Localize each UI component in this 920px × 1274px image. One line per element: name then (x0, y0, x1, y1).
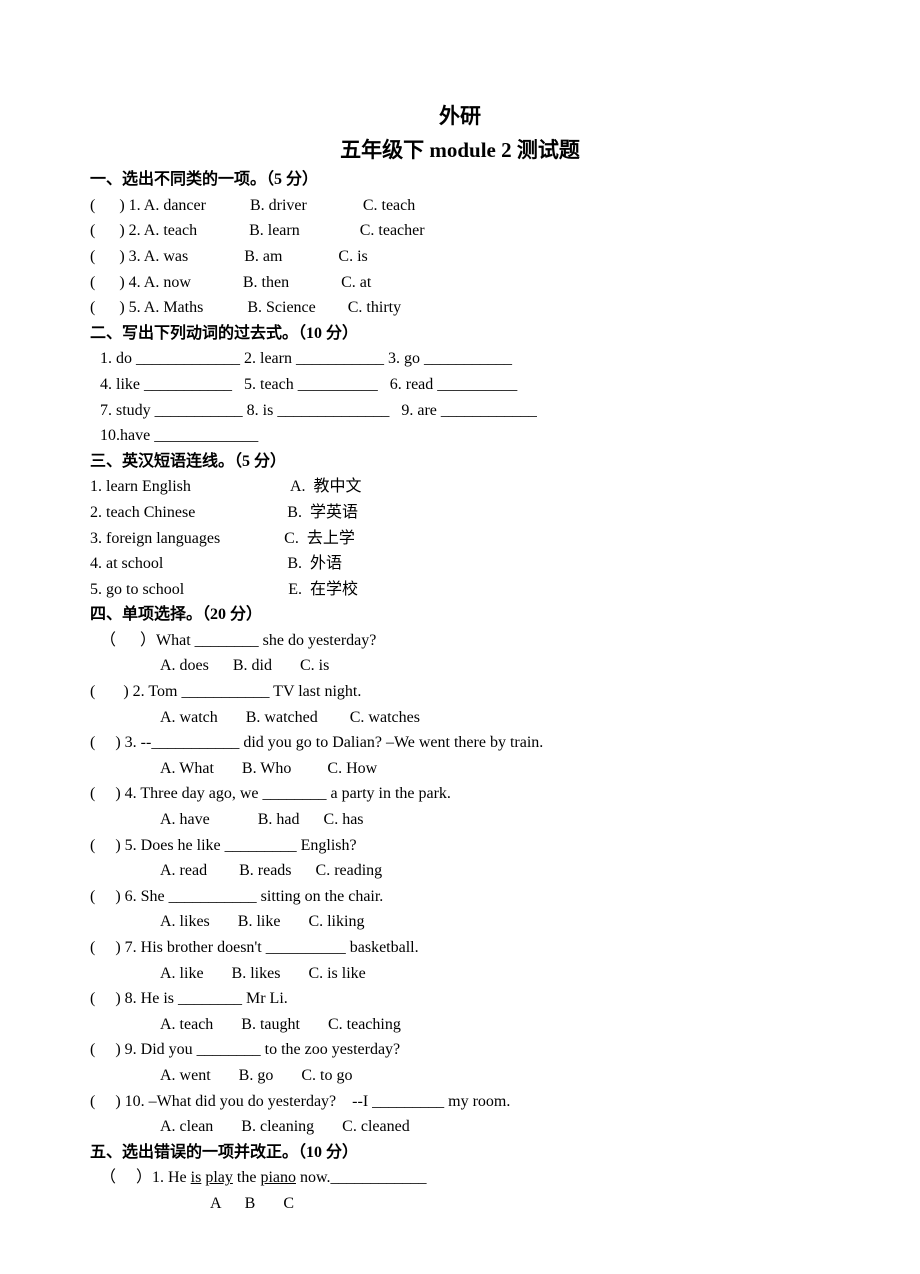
sec3-line-2: 2. teach Chinese B. 学英语 (90, 500, 830, 526)
sec4-q2: ( ) 2. Tom ___________ TV last night. (90, 679, 830, 705)
sec4-c6: A. likes B. like C. liking (90, 909, 830, 935)
sec2-line-1: 1. do _____________ 2. learn ___________… (90, 346, 830, 372)
sec1-q3: ( ) 3. A. was B. am C. is (90, 244, 830, 270)
sec1-q4: ( ) 4. A. now B. then C. at (90, 270, 830, 296)
sec3-line-1: 1. learn English A. 教中文 (90, 474, 830, 500)
sec5-q1-u1: is (191, 1169, 202, 1186)
sec3-line-3: 3. foreign languages C. 去上学 (90, 526, 830, 552)
sec5-labels: A B C (90, 1191, 830, 1217)
sec4-c2: A. watch B. watched C. watches (90, 705, 830, 731)
sec4-q5: ( ) 5. Does he like _________ English? (90, 833, 830, 859)
sec1-q2: ( ) 2. A. teach B. learn C. teacher (90, 218, 830, 244)
sec3-line-5: 5. go to school E. 在学校 (90, 577, 830, 603)
sec4-c1: A. does B. did C. is (90, 653, 830, 679)
title-line-2: 五年级下 module 2 测试题 (90, 134, 830, 168)
sec4-c10: A. clean B. cleaning C. cleaned (90, 1114, 830, 1140)
sec4-q6: ( ) 6. She ___________ sitting on the ch… (90, 884, 830, 910)
sec4-q8: ( ) 8. He is ________ Mr Li. (90, 986, 830, 1012)
sec4-q7: ( ) 7. His brother doesn't __________ ba… (90, 935, 830, 961)
sec2-line-3: 7. study ___________ 8. is _____________… (90, 398, 830, 424)
sec1-q5: ( ) 5. A. Maths B. Science C. thirty (90, 295, 830, 321)
sec4-q3: ( ) 3. --___________ did you go to Dalia… (90, 730, 830, 756)
title-line-1: 外研 (90, 100, 830, 134)
sec4-q1: （ ）What ________ she do yesterday? (90, 628, 830, 654)
section-5-heading: 五、选出错误的一项并改正。（10 分） (90, 1140, 830, 1166)
sec4-q9: ( ) 9. Did you ________ to the zoo yeste… (90, 1037, 830, 1063)
sec3-line-4: 4. at school B. 外语 (90, 551, 830, 577)
sec4-c9: A. went B. go C. to go (90, 1063, 830, 1089)
sec5-q1-mid2: the (233, 1169, 261, 1186)
sec1-q1: ( ) 1. A. dancer B. driver C. teach (90, 193, 830, 219)
section-3-heading: 三、英汉短语连线。（5 分） (90, 449, 830, 475)
sec2-line-2: 4. like ___________ 5. teach __________ … (90, 372, 830, 398)
sec4-c3: A. What B. Who C. How (90, 756, 830, 782)
section-2-heading: 二、写出下列动词的过去式。（10 分） (90, 321, 830, 347)
sec4-q4: ( ) 4. Three day ago, we ________ a part… (90, 781, 830, 807)
sec5-q1-post: now.____________ (296, 1169, 427, 1186)
sec5-q1-u2: play (205, 1169, 233, 1186)
sec4-c8: A. teach B. taught C. teaching (90, 1012, 830, 1038)
sec4-c7: A. like B. likes C. is like (90, 961, 830, 987)
sec4-c4: A. have B. had C. has (90, 807, 830, 833)
sec5-q1-u3: piano (260, 1169, 296, 1186)
section-1-heading: 一、选出不同类的一项。（5 分） (90, 167, 830, 193)
sec4-c5: A. read B. reads C. reading (90, 858, 830, 884)
sec4-q10: ( ) 10. –What did you do yesterday? --I … (90, 1089, 830, 1115)
sec2-line-4: 10.have _____________ (90, 423, 830, 449)
sec5-q1-pre: （ ）1. He (100, 1169, 191, 1186)
sec5-q1: （ ）1. He is play the piano now._________… (90, 1165, 830, 1191)
section-4-heading: 四、单项选择。（20 分） (90, 602, 830, 628)
